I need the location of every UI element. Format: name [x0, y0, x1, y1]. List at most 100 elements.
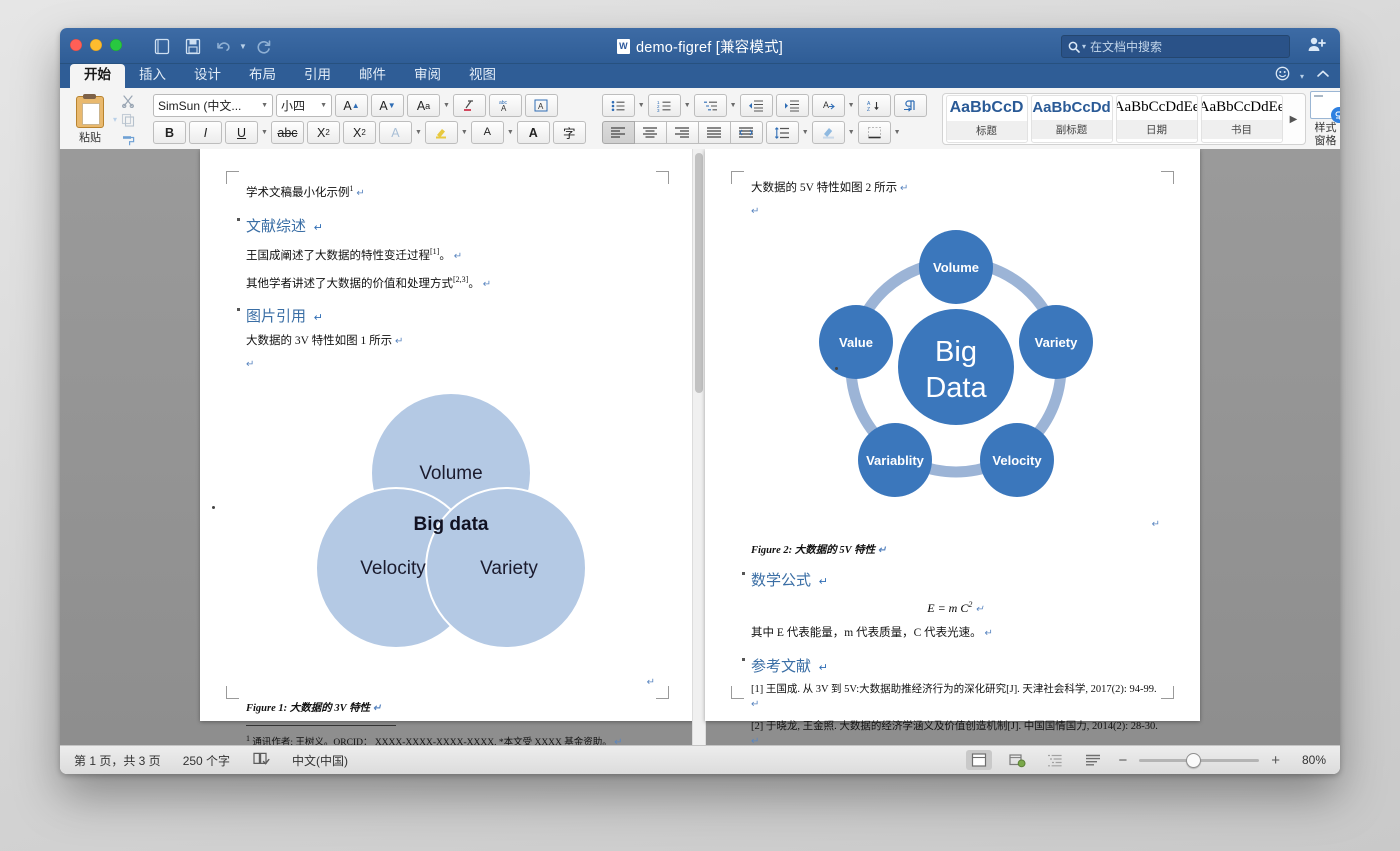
page-2[interactable]: 大数据的 5V 特性如图 2 所示 ↵ ↵ Big Data [705, 149, 1200, 721]
multilevel-list-caret[interactable]: ▼ [730, 102, 737, 109]
styles-pane-button[interactable]: 样式 窗格 [1310, 88, 1340, 150]
justify-button[interactable] [699, 121, 731, 144]
style-card-bibliography[interactable]: AaBbCcDdEe 书目 [1201, 95, 1283, 143]
paste-button[interactable]: 粘贴 [65, 93, 115, 145]
styles-gallery-more-button[interactable]: ▶ [1286, 114, 1302, 125]
increase-indent-button[interactable] [776, 94, 809, 117]
tab-view[interactable]: 视图 [455, 64, 510, 88]
text-effects-caret[interactable]: ▼ [415, 129, 422, 136]
web-layout-view-button[interactable] [1004, 750, 1030, 770]
person-add-icon[interactable] [1307, 36, 1326, 58]
phonetic-guide-button[interactable]: abcA [489, 94, 522, 117]
show-formatting-marks-button[interactable] [894, 94, 927, 117]
document-canvas[interactable]: 学术文稿最小化示例1 ↵ 文献综述 ↵ 王国成阐述了大数据的特性变迁过程[1]。… [60, 149, 1340, 746]
style-card-title[interactable]: AaBbCcD 标题 [946, 95, 1028, 143]
page-indicator[interactable]: 第 1 页，共 3 页 [74, 752, 161, 769]
shading-button[interactable] [812, 121, 845, 144]
page-1[interactable]: 学术文稿最小化示例1 ↵ 文献综述 ↵ 王国成阐述了大数据的特性变迁过程[1]。… [200, 149, 695, 721]
strikethrough-button[interactable]: abc [271, 121, 304, 144]
borders-button[interactable] [858, 121, 891, 144]
tab-insert[interactable]: 插入 [125, 64, 180, 88]
superscript-button[interactable]: X2 [343, 121, 376, 144]
change-case-button[interactable]: Aa [407, 94, 440, 117]
grow-font-button[interactable]: A▲ [335, 94, 368, 117]
numbered-list-button[interactable]: 123 [648, 94, 681, 117]
bullet-list-button[interactable] [602, 94, 635, 117]
text-direction-caret[interactable]: ▼ [848, 102, 855, 109]
change-case-caret[interactable]: ▼ [443, 102, 450, 109]
bold-cjk-button[interactable]: A [517, 121, 550, 144]
chevron-down-icon[interactable]: ▼ [261, 102, 268, 109]
text-effects-button[interactable]: A [379, 121, 412, 144]
margin-mark-bottom-right [656, 686, 669, 699]
cut-icon[interactable] [119, 94, 137, 109]
paste-label: 粘贴 [79, 129, 101, 145]
format-painter-icon[interactable] [119, 132, 137, 147]
figure-2-cycle-diagram[interactable]: Big Data Volume Variety Velocity Variabl… [751, 225, 1160, 515]
formula-description: 其中 E 代表能量，m 代表质量，C 代表光速。 ↵ [751, 624, 1160, 643]
chevron-down-icon[interactable]: ▼ [320, 102, 327, 109]
style-card-date[interactable]: AaBbCcDdEe 日期 [1116, 95, 1198, 143]
smiley-dropdown-caret[interactable]: ▾ [1300, 72, 1304, 81]
collapse-ribbon-icon[interactable] [1316, 67, 1330, 85]
highlight-caret[interactable]: ▼ [461, 129, 468, 136]
character-border-button[interactable]: A [525, 94, 558, 117]
italic-button[interactable]: I [189, 121, 222, 144]
spell-check-icon[interactable] [252, 751, 270, 769]
figure-1-venn-diagram[interactable]: Volume Velocity Variety Big data [246, 378, 655, 673]
zoom-level-label[interactable]: 80% [1292, 753, 1326, 767]
font-size-combobox[interactable]: 小四 ▼ [276, 94, 332, 117]
word-count[interactable]: 250 个字 [183, 752, 230, 769]
align-center-button[interactable] [635, 121, 667, 144]
font-color-caret[interactable]: ▼ [507, 129, 514, 136]
zoom-in-button[interactable]: + [1271, 752, 1280, 769]
clear-formatting-button[interactable] [453, 94, 486, 117]
search-input[interactable]: ▾ 在文档中搜索 [1061, 35, 1290, 58]
font-name-combobox[interactable]: SimSun (中文... ▼ [153, 94, 273, 117]
paste-dropdown-caret[interactable]: ▾ [113, 115, 117, 124]
line-spacing-button[interactable] [766, 121, 799, 144]
tab-review[interactable]: 审阅 [400, 64, 455, 88]
line-spacing-caret[interactable]: ▼ [802, 129, 809, 136]
print-layout-view-button[interactable] [966, 750, 992, 770]
style-card-subtitle[interactable]: AaBbCcDd 副标题 [1031, 95, 1113, 143]
tab-references[interactable]: 引用 [290, 64, 345, 88]
underline-button[interactable]: U [225, 121, 258, 144]
font-color-button[interactable]: A [471, 121, 504, 144]
smiley-feedback-icon[interactable] [1275, 66, 1290, 86]
zoom-slider-knob[interactable] [1186, 753, 1201, 768]
search-scope-caret[interactable]: ▾ [1082, 42, 1086, 51]
shrink-font-button[interactable]: A▼ [371, 94, 404, 117]
paragraph-group: ▼ 123 ▼ ▼ [597, 88, 932, 150]
tab-home[interactable]: 开始 [70, 64, 125, 88]
decrease-indent-button[interactable] [740, 94, 773, 117]
bullet-list-caret[interactable]: ▼ [638, 102, 645, 109]
align-left-button[interactable] [602, 121, 635, 144]
enclose-character-button[interactable]: 字 [553, 121, 586, 144]
zoom-slider[interactable] [1139, 753, 1259, 767]
zoom-out-button[interactable]: − [1118, 752, 1127, 769]
paragraph-mark: ↵ [454, 251, 462, 262]
numbered-list-caret[interactable]: ▼ [684, 102, 691, 109]
outline-view-button[interactable] [1042, 750, 1068, 770]
subscript-button[interactable]: X2 [307, 121, 340, 144]
multilevel-list-button[interactable] [694, 94, 727, 117]
scrollbar-thumb[interactable] [695, 153, 703, 393]
underline-caret[interactable]: ▼ [261, 129, 268, 136]
shading-caret[interactable]: ▼ [848, 129, 855, 136]
sort-button[interactable]: AZ [858, 94, 891, 117]
draft-view-button[interactable] [1080, 750, 1106, 770]
text-highlight-button[interactable] [425, 121, 458, 144]
align-right-button[interactable] [667, 121, 699, 144]
distribute-button[interactable] [731, 121, 763, 144]
text-direction-button[interactable]: A [812, 94, 845, 117]
language-indicator[interactable]: 中文(中国) [292, 752, 348, 769]
tab-design[interactable]: 设计 [180, 64, 235, 88]
paragraph-figure1-ref: 大数据的 3V 特性如图 1 所示 ↵ [246, 332, 655, 351]
vertical-scrollbar[interactable] [692, 149, 706, 746]
bold-button[interactable]: B [153, 121, 186, 144]
tab-layout[interactable]: 布局 [235, 64, 290, 88]
tab-mailings[interactable]: 邮件 [345, 64, 400, 88]
borders-caret[interactable]: ▼ [894, 129, 901, 136]
copy-icon[interactable] [119, 113, 137, 128]
